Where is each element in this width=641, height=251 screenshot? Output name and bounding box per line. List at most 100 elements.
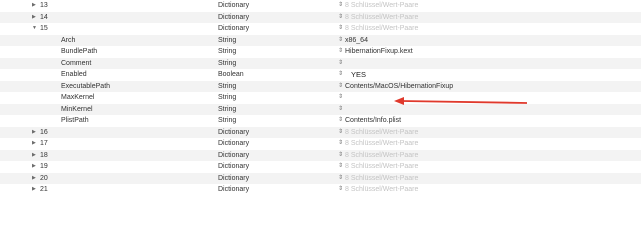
- up-down-stepper-icon[interactable]: ⇕: [338, 150, 345, 162]
- up-down-stepper-icon[interactable]: ⇕: [338, 173, 345, 185]
- type-cell[interactable]: String: [218, 46, 330, 58]
- disclosure-triangle-right-icon[interactable]: ▶: [32, 184, 40, 196]
- key-cell[interactable]: ▶ 14: [0, 12, 247, 24]
- value-label: 8 Schlüssel/Wert-Paare: [345, 163, 419, 170]
- type-cell[interactable]: String: [218, 35, 330, 47]
- value-cell[interactable]: ⇕ 8 Schlüssel/Wert-Paare: [338, 150, 638, 162]
- key-label: 20: [40, 174, 48, 182]
- plist-editor: ▶ 13 Dictionary ⇕ 8 Schlüssel/Wert-Paare ▶ 14 D…: [0, 0, 641, 251]
- type-cell[interactable]: String: [218, 81, 330, 93]
- up-down-stepper-icon[interactable]: ⇕: [338, 0, 345, 12]
- key-cell[interactable]: ▶ 20: [0, 173, 247, 185]
- value-cell[interactable]: ⇕ HibernationFixup.kext: [338, 46, 638, 58]
- table-row[interactable]: ExecutablePath String ⇕ Contents/MacOS/Hibe…: [0, 80, 641, 93]
- key-cell[interactable]: ▶ 19: [0, 161, 247, 173]
- disclosure-triangle-right-icon[interactable]: ▶: [32, 173, 40, 185]
- value-cell[interactable]: ⇕ Contents/MacOS/HibernationFixup: [338, 81, 638, 93]
- key-label: MaxKernel: [61, 94, 95, 101]
- table-row[interactable]: ▶ 20 Dictionary ⇕ 8 Schlüssel/Wert-Paare: [0, 172, 641, 185]
- table-row[interactable]: ▶ 13 Dictionary ⇕ 8 Schlüssel/Wert-Paare: [0, 0, 641, 12]
- key-cell[interactable]: ▶ 21: [0, 184, 247, 196]
- table-row[interactable]: Comment String ⇕: [0, 57, 641, 70]
- table-row[interactable]: Enabled Boolean ⇕ YES: [0, 69, 641, 81]
- type-cell[interactable]: Boolean: [218, 69, 330, 81]
- key-label: ExecutablePath: [61, 82, 111, 90]
- table-row[interactable]: ▶ 17 Dictionary ⇕ 8 Schlüssel/Wert-Paare: [0, 138, 641, 150]
- table-row[interactable]: ▼ 15 Dictionary ⇕ 8 Schlüssel/Wert-Paare: [0, 23, 641, 35]
- value-cell[interactable]: ⇕ YES: [338, 69, 638, 81]
- type-cell[interactable]: Dictionary: [218, 0, 330, 12]
- type-cell[interactable]: String: [218, 92, 330, 104]
- value-label: Contents/Info.plist: [345, 117, 402, 124]
- disclosure-triangle-down-icon[interactable]: ▼: [32, 23, 40, 35]
- key-cell[interactable]: ▶ 17: [0, 138, 247, 150]
- value-cell[interactable]: ⇕: [338, 58, 638, 70]
- table-row[interactable]: Arch String ⇕ x86_64: [0, 34, 641, 47]
- key-cell[interactable]: ▼ 15: [0, 23, 247, 35]
- type-cell[interactable]: Dictionary: [218, 23, 330, 35]
- table-row[interactable]: MinKernel String ⇕: [0, 103, 641, 116]
- type-cell[interactable]: String: [218, 58, 330, 70]
- disclosure-triangle-right-icon[interactable]: ▶: [32, 0, 40, 12]
- table-row[interactable]: ▶ 14 Dictionary ⇕ 8 Schlüssel/Wert-Paare: [0, 11, 641, 24]
- table-row[interactable]: PlistPath String ⇕ Contents/Info.plist: [0, 115, 641, 127]
- value-cell[interactable]: ⇕: [338, 104, 638, 116]
- table-row[interactable]: BundlePath String ⇕ HibernationFixup.kext: [0, 46, 641, 58]
- table-row[interactable]: ▶ 19 Dictionary ⇕ 8 Schlüssel/Wert-Paare: [0, 161, 641, 173]
- type-cell[interactable]: Dictionary: [218, 12, 330, 24]
- value-cell[interactable]: ⇕ 8 Schlüssel/Wert-Paare: [338, 0, 638, 12]
- disclosure-triangle-right-icon[interactable]: ▶: [32, 150, 40, 162]
- up-down-stepper-icon[interactable]: ⇕: [338, 92, 345, 104]
- disclosure-triangle-right-icon[interactable]: ▶: [32, 12, 40, 24]
- key-label: PlistPath: [61, 117, 89, 124]
- value-cell[interactable]: ⇕ 8 Schlüssel/Wert-Paare: [338, 138, 638, 150]
- up-down-stepper-icon[interactable]: ⇕: [338, 69, 345, 81]
- value-cell[interactable]: ⇕ 8 Schlüssel/Wert-Paare: [338, 127, 638, 139]
- key-cell[interactable]: ▶ 16: [0, 127, 247, 139]
- value-cell[interactable]: ⇕: [338, 92, 638, 104]
- value-cell[interactable]: ⇕ 8 Schlüssel/Wert-Paare: [338, 161, 638, 173]
- up-down-stepper-icon[interactable]: ⇕: [338, 161, 345, 173]
- value-label: Contents/MacOS/HibernationFixup: [345, 82, 454, 90]
- up-down-stepper-icon[interactable]: ⇕: [338, 58, 345, 70]
- key-label: 14: [40, 13, 48, 21]
- value-cell[interactable]: ⇕ 8 Schlüssel/Wert-Paare: [338, 12, 638, 24]
- type-cell[interactable]: Dictionary: [218, 138, 330, 150]
- type-cell[interactable]: Dictionary: [218, 127, 330, 139]
- up-down-stepper-icon[interactable]: ⇕: [338, 127, 345, 139]
- key-cell[interactable]: ▶ 13: [0, 0, 247, 12]
- table-row[interactable]: ▶ 21 Dictionary ⇕ 8 Schlüssel/Wert-Paare: [0, 184, 641, 196]
- key-label: Comment: [61, 59, 92, 67]
- type-cell[interactable]: Dictionary: [218, 184, 330, 196]
- type-cell[interactable]: String: [218, 115, 330, 127]
- value-cell[interactable]: ⇕ 8 Schlüssel/Wert-Paare: [338, 173, 638, 185]
- value-cell[interactable]: ⇕ Contents/Info.plist: [338, 115, 638, 127]
- disclosure-triangle-right-icon[interactable]: ▶: [32, 161, 40, 173]
- up-down-stepper-icon[interactable]: ⇕: [338, 12, 345, 24]
- type-cell[interactable]: Dictionary: [218, 161, 330, 173]
- up-down-stepper-icon[interactable]: ⇕: [338, 138, 345, 150]
- up-down-stepper-icon[interactable]: ⇕: [338, 184, 345, 196]
- up-down-stepper-icon[interactable]: ⇕: [338, 35, 345, 47]
- up-down-stepper-icon[interactable]: ⇕: [338, 23, 345, 35]
- type-cell[interactable]: Dictionary: [218, 173, 330, 185]
- table-row[interactable]: ▶ 16 Dictionary ⇕ 8 Schlüssel/Wert-Paare: [0, 126, 641, 139]
- table-row[interactable]: MaxKernel String ⇕: [0, 92, 641, 104]
- value-cell[interactable]: ⇕ 8 Schlüssel/Wert-Paare: [338, 184, 638, 196]
- up-down-stepper-icon[interactable]: ⇕: [338, 81, 345, 93]
- table-row[interactable]: ▶ 18 Dictionary ⇕ 8 Schlüssel/Wert-Paare: [0, 149, 641, 162]
- plist-rows: ▶ 13 Dictionary ⇕ 8 Schlüssel/Wert-Paare ▶ 14 D…: [0, 0, 641, 196]
- key-cell[interactable]: ▶ 18: [0, 150, 247, 162]
- disclosure-triangle-right-icon[interactable]: ▶: [32, 127, 40, 139]
- up-down-stepper-icon[interactable]: ⇕: [338, 46, 345, 58]
- value-cell[interactable]: ⇕ x86_64: [338, 35, 638, 47]
- up-down-stepper-icon[interactable]: ⇕: [338, 104, 345, 116]
- type-cell[interactable]: String: [218, 104, 330, 116]
- value-label: 8 Schlüssel/Wert-Paare: [345, 128, 419, 136]
- key-label: 13: [40, 2, 48, 9]
- type-cell[interactable]: Dictionary: [218, 150, 330, 162]
- disclosure-triangle-right-icon[interactable]: ▶: [32, 138, 40, 150]
- value-label: x86_64: [345, 36, 368, 44]
- value-cell[interactable]: ⇕ 8 Schlüssel/Wert-Paare: [338, 23, 638, 35]
- up-down-stepper-icon[interactable]: ⇕: [338, 115, 345, 127]
